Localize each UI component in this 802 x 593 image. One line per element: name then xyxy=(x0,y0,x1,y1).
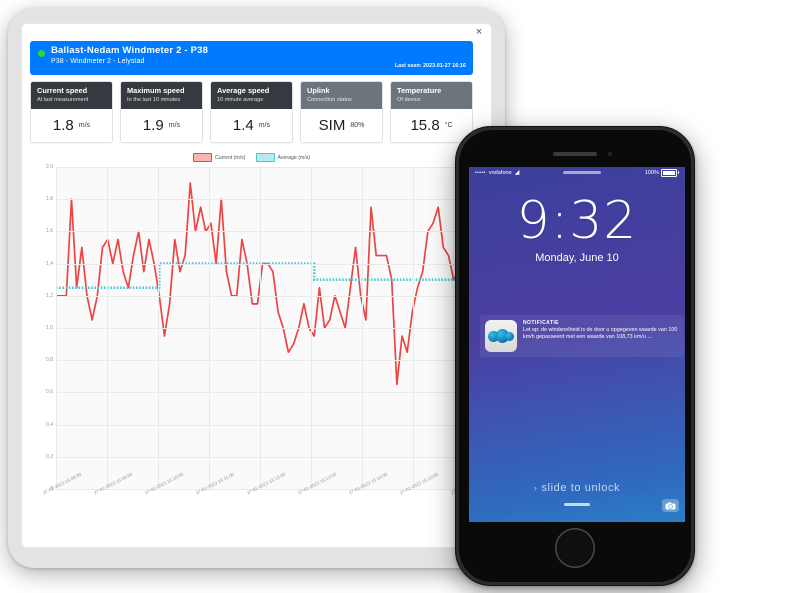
legend-label: Current (m/s) xyxy=(214,154,246,161)
y-axis-tick: 1,2 xyxy=(46,292,53,299)
camera-glyph xyxy=(665,501,676,509)
grid-line-vertical xyxy=(209,167,210,489)
y-axis-tick: 1,6 xyxy=(46,228,53,235)
stat-card-value: 1.4 xyxy=(232,117,254,134)
stat-card-title: Temperature xyxy=(397,86,442,95)
stat-card-header: Current speed At last measurement xyxy=(31,82,112,109)
stat-card: Temperature Of device 15.8 °C xyxy=(390,81,473,143)
grid-line-vertical xyxy=(362,167,363,489)
chart-legend: Current (m/s) Average (m/s) xyxy=(30,153,473,162)
grid-line-vertical xyxy=(107,167,108,489)
stat-card-value: SIM xyxy=(318,117,346,134)
legend-swatch xyxy=(192,153,212,162)
stat-card-unit: 80% xyxy=(350,122,365,129)
stat-card-value: 1.8 xyxy=(52,117,74,134)
battery-icon xyxy=(661,168,677,177)
home-button[interactable] xyxy=(555,528,595,568)
device-subtitle: P38 - Windmeter 2 - Lelystad xyxy=(51,58,145,65)
grid-line-vertical xyxy=(311,167,312,489)
stat-card-body: 1.4 m/s xyxy=(211,109,292,142)
stat-card: Maximum speed In the last 10 minutes 1.9 m/… xyxy=(120,81,203,143)
device-header: Ballast-Nedam Windmeter 2 - P38 P38 - Wi… xyxy=(30,41,473,75)
battery-percent-label: 100% xyxy=(644,169,659,176)
stat-card-title: Maximum speed xyxy=(127,86,185,95)
notification-body: Let op: de windsnelheid is de door u opg… xyxy=(523,327,678,341)
stat-card-subtitle: In the last 10 minutes xyxy=(127,97,181,103)
stat-card-header: Temperature Of device xyxy=(391,82,472,109)
y-axis-tick: 0,2 xyxy=(46,453,53,460)
stat-card: Average speed 10 minute average 1.4 m/s xyxy=(210,81,293,143)
stat-card-title: Uplink xyxy=(307,86,330,95)
stat-card: Current speed At last measurement 1.8 m/s xyxy=(30,81,113,143)
front-camera-icon xyxy=(608,152,612,156)
stat-card-list: Current speed At last measurement 1.8 m/s Ma… xyxy=(30,81,473,143)
stat-card-header: Average speed 10 minute average xyxy=(211,82,292,109)
stat-card-unit: °C xyxy=(444,122,453,129)
stat-card-unit: m/s xyxy=(78,122,91,129)
stat-card-header: Maximum speed In the last 10 minutes xyxy=(121,82,202,109)
stat-card-subtitle: Connection status xyxy=(307,97,352,103)
stat-card-body: 15.8 °C xyxy=(391,109,472,142)
chart-x-axis-labels: 27-01-2023 16:08:00 27-01-2023 16:09:00 27… xyxy=(42,472,490,535)
y-axis-tick: 1,0 xyxy=(46,325,53,331)
notification-banner[interactable]: NOTIFICATIE Let op: de windsnelheid is d… xyxy=(480,315,684,357)
legend-item[interactable]: Average (m/s) xyxy=(255,153,311,162)
grid-line-vertical xyxy=(260,167,261,489)
y-axis-tick: 1,4 xyxy=(46,260,53,267)
stat-card-subtitle: At last measurement xyxy=(37,97,89,103)
stat-card-body: SIM 80% xyxy=(301,109,382,142)
y-axis-tick: 0,8 xyxy=(46,357,53,364)
chevron-right-icon: › xyxy=(533,483,538,493)
lockscreen-date: Monday, June 10 xyxy=(535,252,619,264)
stat-card-body: 1.9 m/s xyxy=(121,109,202,142)
y-axis-tick: 2,0 xyxy=(46,164,53,170)
lockscreen-clock: 9:32 xyxy=(516,191,638,251)
page-title: Ballast-Nedam Windmeter 2 - P38 xyxy=(51,45,209,56)
wind-speed-chart: Current (m/s) Average (m/s) 2,0 1,8 1,6 1,4 1… xyxy=(30,147,490,537)
stat-card-subtitle: 10 minute average xyxy=(217,97,264,103)
phone-device-frame: ••••• vodafone ◢ 100% 9:32 Monday, June … xyxy=(455,126,695,586)
tablet-screen: × Ballast-Nedam Windmeter 2 - P38 P38 - … xyxy=(21,23,492,548)
notification-title: NOTIFICATIE xyxy=(523,320,559,326)
stat-card-subtitle: Of device xyxy=(397,97,421,103)
phone-bezel: ••••• vodafone ◢ 100% 9:32 Monday, June … xyxy=(459,130,691,582)
stat-card-unit: m/s xyxy=(258,122,271,129)
grid-line-vertical xyxy=(56,167,57,489)
carrier-label: vodafone xyxy=(488,169,512,176)
app-icon xyxy=(485,320,517,352)
stat-card-title: Average speed xyxy=(217,86,270,95)
stat-card-header: Uplink Connection status xyxy=(301,82,382,109)
y-axis-tick: 0,4 xyxy=(46,421,53,428)
battery-tip-icon xyxy=(678,171,679,174)
status-bar: ••••• vodafone ◢ 100% xyxy=(469,167,685,178)
camera-icon[interactable] xyxy=(662,499,679,512)
notification-text: NOTIFICATIE Let op: de windsnelheid is d… xyxy=(523,320,679,352)
close-icon[interactable]: × xyxy=(472,25,486,39)
phone-lockscreen: ••••• vodafone ◢ 100% 9:32 Monday, June … xyxy=(469,167,685,522)
status-pill xyxy=(563,171,602,174)
y-axis-tick: 1,8 xyxy=(46,196,53,203)
y-axis-tick: 0,6 xyxy=(46,389,53,396)
legend-label: Average (m/s) xyxy=(277,154,311,161)
stat-card-unit: m/s xyxy=(168,122,181,129)
slide-to-unlock[interactable]: › slide to unlock xyxy=(469,482,685,494)
tablet-device-frame: × Ballast-Nedam Windmeter 2 - P38 P38 - … xyxy=(8,8,505,568)
status-bar-spacer xyxy=(519,171,644,174)
green-status-dot xyxy=(38,50,45,57)
legend-item[interactable]: Current (m/s) xyxy=(192,153,246,162)
grid-line-vertical xyxy=(413,167,414,489)
signal-strength-icon: ••••• xyxy=(475,169,486,176)
earpiece-speaker xyxy=(553,152,597,156)
legend-swatch xyxy=(255,153,275,162)
stat-card-title: Current speed xyxy=(37,86,88,95)
stat-card-body: 1.8 m/s xyxy=(31,109,112,142)
slide-to-unlock-label: slide to unlock xyxy=(541,482,621,494)
stat-card-value: 15.8 xyxy=(410,117,440,134)
stat-card: Uplink Connection status SIM 80% xyxy=(300,81,383,143)
chart-plot-area: 2,0 1,8 1,6 1,4 1,2 1,0 0,8 0,6 0,4 0,2 0 xyxy=(46,164,465,492)
grid-line-vertical xyxy=(158,167,159,489)
stat-card-value: 1.9 xyxy=(142,117,164,134)
last-seen-label: Last seen: 2023-01-27 16:16 xyxy=(394,63,466,69)
home-grabber xyxy=(564,503,590,506)
